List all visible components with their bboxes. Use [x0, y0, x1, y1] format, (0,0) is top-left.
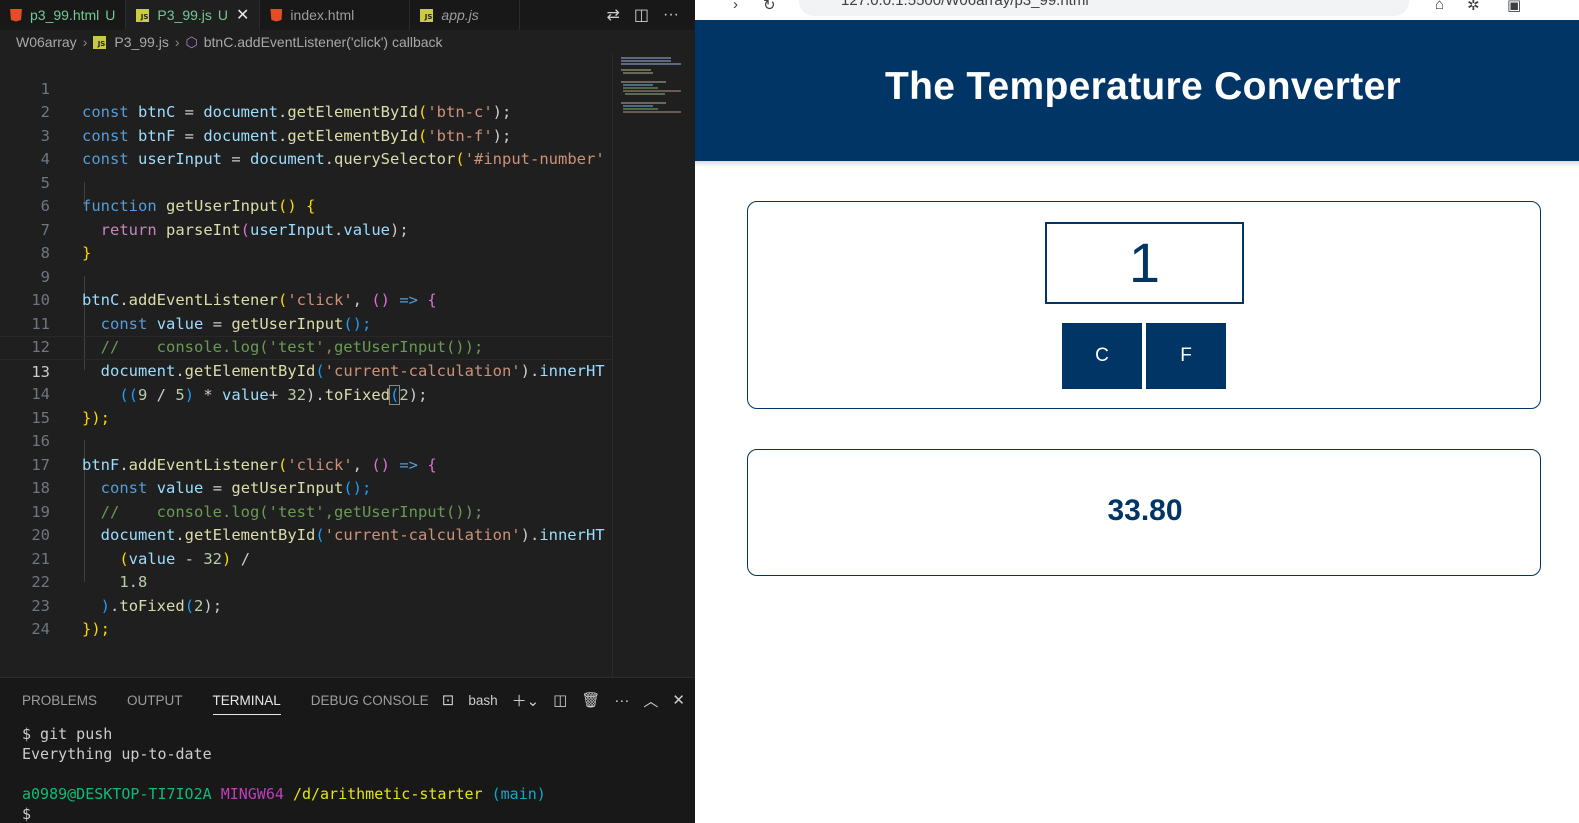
code-line: 1 const btnC = document.getElementById('…	[0, 54, 612, 122]
home-icon[interactable]: ⌂	[1435, 0, 1444, 13]
tab-label: P3_99.js	[157, 7, 212, 23]
code-line: 19 document.getElementById('current-calc…	[31, 502, 605, 545]
breadcrumb: W06array › JS P3_99.js › ⬡ btnC.addEvent…	[0, 30, 695, 54]
chevron-right-icon: ›	[82, 34, 88, 50]
split-terminal-icon[interactable]: ◫	[553, 691, 567, 709]
input-card: 1 C F	[747, 201, 1541, 409]
terminal-branch: (main)	[491, 785, 546, 803]
code-line: 7 }	[40, 220, 92, 263]
code-line: 17 const value = getUserInput();	[31, 455, 372, 498]
tab-label: index.html	[290, 7, 355, 23]
terminal-output[interactable]: $ git push Everything up-to-date a0989@D…	[22, 724, 546, 823]
code-line-current: 13 ((9 / 5) * value+ 32).toFixed(2);	[0, 336, 612, 405]
more-actions-icon[interactable]: ···	[663, 6, 679, 24]
tab-label: p3_99.html	[30, 7, 100, 23]
more-actions-icon[interactable]: ···	[614, 692, 629, 709]
code-line: 11 // console.log('test',getUserInput())…	[31, 314, 484, 357]
terminal-path: /d/arithmetic-starter	[292, 785, 483, 803]
code-line: 5 function getUserInput() {	[40, 173, 316, 216]
browser-window: › ↻ 127.0.0.1:5500/W06array/p3_99.html ⌂…	[695, 0, 1579, 823]
code-line: 3 const userInput = document.querySelect…	[40, 126, 605, 169]
editor-tab-bar: p3_99.html U JS P3_99.js U ✕ index.html …	[0, 0, 695, 30]
code-line: 14 });	[31, 385, 110, 427]
terminal-user: a0989@DESKTOP-TI7IO2A	[22, 785, 212, 803]
close-panel-icon[interactable]: ✕	[672, 691, 685, 709]
tab-terminal[interactable]: TERMINAL	[212, 693, 281, 715]
tab-label: app.js	[441, 7, 479, 23]
symbol-method-icon: ⬡	[185, 33, 198, 50]
terminal-output-line: Everything up-to-date	[22, 745, 212, 763]
number-input[interactable]: 1	[1045, 222, 1244, 304]
js-file-icon: JS	[420, 8, 434, 22]
convert-c-button[interactable]: C	[1062, 323, 1142, 389]
forward-icon[interactable]: ›	[733, 0, 738, 13]
page-header: The Temperature Converter	[695, 20, 1579, 161]
terminal-command: $ git push	[22, 725, 113, 743]
url-text: 127.0.0.1:5500/W06array/p3_99.html	[841, 0, 1089, 9]
code-line: 18 // console.log('test',getUserInput())…	[31, 479, 484, 521]
chevron-right-icon: ›	[174, 34, 180, 50]
code-line: 24	[31, 620, 50, 638]
terminal-shell-label[interactable]: bash	[468, 693, 497, 708]
extensions-icon[interactable]: ✲	[1467, 0, 1480, 14]
tab-debug-console[interactable]: DEBUG CONSOLE	[311, 693, 429, 708]
browser-toolbar: › ↻ 127.0.0.1:5500/W06array/p3_99.html ⌂…	[695, 0, 1579, 20]
js-file-icon: JS	[93, 35, 107, 49]
tab-problems[interactable]: PROBLEMS	[22, 693, 97, 708]
html-file-icon	[10, 8, 22, 22]
tab-p3-99-html[interactable]: p3_99.html U	[0, 0, 127, 30]
close-icon[interactable]: ✕	[236, 5, 249, 25]
new-terminal-icon[interactable]: ＋⌄	[512, 690, 540, 711]
js-file-icon: JS	[136, 8, 150, 22]
header-shadow	[695, 161, 1579, 167]
code-line: 10 const value = getUserInput();	[31, 291, 372, 333]
code-line: 2 const btnF = document.getElementById('…	[40, 103, 512, 145]
terminal-prompt: $	[22, 805, 32, 823]
split-editor-icon[interactable]: ◫	[634, 5, 649, 25]
untracked-badge: U	[217, 7, 229, 23]
page-title: The Temperature Converter	[884, 65, 1402, 108]
vscode-window: p3_99.html U JS P3_99.js U ✕ index.html …	[0, 0, 695, 823]
convert-f-button[interactable]: F	[1146, 323, 1226, 389]
code-line: 6 return parseInt(userInput.value);	[40, 197, 409, 239]
untracked-badge: U	[105, 7, 116, 23]
tab-index-html[interactable]: index.html	[260, 0, 411, 30]
code-line: 9 btnC.addEventListener('click', () => {	[40, 267, 437, 310]
maximize-panel-icon[interactable]: ︿	[643, 690, 658, 711]
panel-actions: ⊡ bash ＋⌄ ◫ 🗑 ··· ︿ ✕	[442, 678, 685, 722]
code-line: 21 1.8	[31, 549, 148, 592]
tab-output[interactable]: OUTPUT	[127, 693, 183, 708]
code-line: 20 (value - 32) /	[31, 526, 251, 568]
terminal-env: MINGW64	[220, 785, 284, 803]
compare-changes-icon[interactable]: ⇄	[606, 5, 619, 25]
result-value: 33.80	[1107, 494, 1183, 527]
code-line: 15	[31, 408, 50, 427]
code-line: 22 ).toFixed(2);	[31, 573, 223, 615]
result-card: 33.80	[747, 449, 1541, 576]
code-line: 4	[40, 150, 50, 168]
terminal-shell-icon: ⊡	[441, 692, 455, 709]
reload-icon[interactable]: ↻	[763, 0, 776, 14]
tab-app-js[interactable]: JS app.js	[410, 0, 521, 30]
code-line: 23 });	[31, 596, 110, 639]
breadcrumb-file[interactable]: P3_99.js	[114, 34, 168, 50]
code-line: 16 btnF.addEventListener('click', () => …	[31, 432, 437, 474]
breadcrumb-folder[interactable]: W06array	[16, 34, 77, 50]
editor-actions: ⇄ ◫ ···	[606, 0, 695, 30]
code-line: 8	[40, 244, 50, 262]
trash-icon[interactable]: 🗑	[581, 691, 600, 709]
html-file-icon	[270, 8, 283, 22]
tab-p3-99-js[interactable]: JS P3_99.js U ✕	[126, 0, 261, 30]
minimap[interactable]	[612, 54, 695, 677]
address-bar[interactable]: 127.0.0.1:5500/W06array/p3_99.html	[799, 0, 1409, 16]
breadcrumb-symbol[interactable]: btnC.addEventListener('click') callback	[204, 34, 443, 50]
sidepanel-icon[interactable]: ▣	[1507, 0, 1521, 14]
code-editor[interactable]: 1 const btnC = document.getElementById('…	[0, 54, 612, 677]
bottom-panel: PROBLEMS OUTPUT TERMINAL DEBUG CONSOLE ⊡…	[0, 677, 695, 823]
code-line: 12 document.getElementById('current-calc…	[31, 338, 605, 380]
